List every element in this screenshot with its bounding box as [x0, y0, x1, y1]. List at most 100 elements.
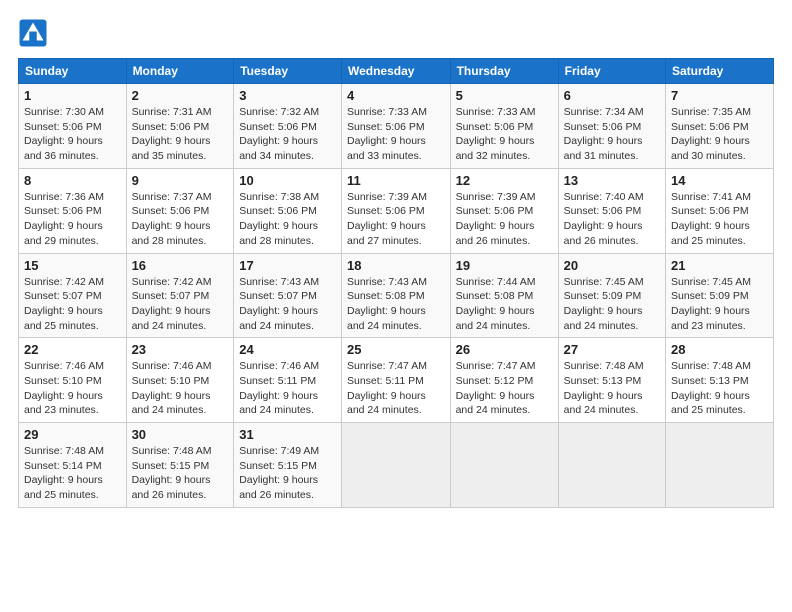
- day-info: Sunrise: 7:45 AM Sunset: 5:09 PM Dayligh…: [564, 275, 660, 334]
- day-number: 10: [239, 173, 336, 188]
- day-info: Sunrise: 7:31 AM Sunset: 5:06 PM Dayligh…: [132, 105, 229, 164]
- calendar-cell: 30Sunrise: 7:48 AM Sunset: 5:15 PM Dayli…: [126, 423, 234, 508]
- logo-icon: [18, 18, 48, 48]
- calendar-cell: 13Sunrise: 7:40 AM Sunset: 5:06 PM Dayli…: [558, 168, 665, 253]
- calendar-cell: 15 Sunrise: 7:42 AM Sunset: 5:07 PM Dayli…: [19, 253, 127, 338]
- calendar-cell: [666, 423, 774, 508]
- calendar-cell: 22 Sunrise: 7:46 AM Sunset: 5:10 PM Dayli…: [19, 338, 127, 423]
- day-number: 7: [671, 88, 768, 103]
- day-number: 12: [456, 173, 553, 188]
- day-number: 26: [456, 342, 553, 357]
- day-number: 25: [347, 342, 445, 357]
- day-info: Sunrise: 7:46 AM Sunset: 5:10 PM Dayligh…: [24, 359, 121, 418]
- day-number: 27: [564, 342, 660, 357]
- day-number: 3: [239, 88, 336, 103]
- calendar-cell: 29 Sunrise: 7:48 AM Sunset: 5:14 PM Dayli…: [19, 423, 127, 508]
- day-number: 29: [24, 427, 121, 442]
- calendar-week-row: 8Sunrise: 7:36 AM Sunset: 5:06 PM Daylig…: [19, 168, 774, 253]
- day-number: 24: [239, 342, 336, 357]
- header: [18, 18, 774, 48]
- calendar-cell: 2 Sunrise: 7:31 AM Sunset: 5:06 PM Daylig…: [126, 84, 234, 169]
- day-info: Sunrise: 7:46 AM Sunset: 5:10 PM Dayligh…: [132, 359, 229, 418]
- day-info: Sunrise: 7:41 AM Sunset: 5:06 PM Dayligh…: [671, 190, 768, 249]
- calendar-cell: 16 Sunrise: 7:42 AM Sunset: 5:07 PM Dayli…: [126, 253, 234, 338]
- calendar-cell: 1 Sunrise: 7:30 AM Sunset: 5:06 PM Daylig…: [19, 84, 127, 169]
- day-info: Sunrise: 7:46 AM Sunset: 5:11 PM Dayligh…: [239, 359, 336, 418]
- weekday-header-wednesday: Wednesday: [341, 59, 450, 84]
- calendar-cell: 14 Sunrise: 7:41 AM Sunset: 5:06 PM Dayli…: [666, 168, 774, 253]
- weekday-header-friday: Friday: [558, 59, 665, 84]
- calendar-week-row: 1 Sunrise: 7:30 AM Sunset: 5:06 PM Daylig…: [19, 84, 774, 169]
- day-number: 14: [671, 173, 768, 188]
- day-info: Sunrise: 7:33 AM Sunset: 5:06 PM Dayligh…: [456, 105, 553, 164]
- day-info: Sunrise: 7:33 AM Sunset: 5:06 PM Dayligh…: [347, 105, 445, 164]
- day-number: 31: [239, 427, 336, 442]
- calendar-week-row: 22 Sunrise: 7:46 AM Sunset: 5:10 PM Dayli…: [19, 338, 774, 423]
- calendar-cell: 21Sunrise: 7:45 AM Sunset: 5:09 PM Dayli…: [666, 253, 774, 338]
- day-info: Sunrise: 7:40 AM Sunset: 5:06 PM Dayligh…: [564, 190, 660, 249]
- day-info: Sunrise: 7:38 AM Sunset: 5:06 PM Dayligh…: [239, 190, 336, 249]
- day-info: Sunrise: 7:45 AM Sunset: 5:09 PM Dayligh…: [671, 275, 768, 334]
- calendar-cell: 25 Sunrise: 7:47 AM Sunset: 5:11 PM Dayli…: [341, 338, 450, 423]
- calendar-cell: 31Sunrise: 7:49 AM Sunset: 5:15 PM Dayli…: [234, 423, 342, 508]
- calendar-cell: 11 Sunrise: 7:39 AM Sunset: 5:06 PM Dayli…: [341, 168, 450, 253]
- day-info: Sunrise: 7:35 AM Sunset: 5:06 PM Dayligh…: [671, 105, 768, 164]
- day-number: 18: [347, 258, 445, 273]
- calendar-cell: 12 Sunrise: 7:39 AM Sunset: 5:06 PM Dayli…: [450, 168, 558, 253]
- day-number: 4: [347, 88, 445, 103]
- calendar-cell: 4 Sunrise: 7:33 AM Sunset: 5:06 PM Daylig…: [341, 84, 450, 169]
- day-number: 19: [456, 258, 553, 273]
- calendar-cell: 24 Sunrise: 7:46 AM Sunset: 5:11 PM Dayli…: [234, 338, 342, 423]
- day-info: Sunrise: 7:39 AM Sunset: 5:06 PM Dayligh…: [347, 190, 445, 249]
- day-number: 5: [456, 88, 553, 103]
- day-info: Sunrise: 7:48 AM Sunset: 5:13 PM Dayligh…: [671, 359, 768, 418]
- calendar-cell: 3Sunrise: 7:32 AM Sunset: 5:06 PM Daylig…: [234, 84, 342, 169]
- day-number: 2: [132, 88, 229, 103]
- calendar-cell: 19 Sunrise: 7:44 AM Sunset: 5:08 PM Dayli…: [450, 253, 558, 338]
- calendar-cell: 20 Sunrise: 7:45 AM Sunset: 5:09 PM Dayli…: [558, 253, 665, 338]
- day-info: Sunrise: 7:30 AM Sunset: 5:06 PM Dayligh…: [24, 105, 121, 164]
- calendar-cell: 26 Sunrise: 7:47 AM Sunset: 5:12 PM Dayli…: [450, 338, 558, 423]
- day-info: Sunrise: 7:48 AM Sunset: 5:13 PM Dayligh…: [564, 359, 660, 418]
- calendar-cell: [450, 423, 558, 508]
- day-number: 15: [24, 258, 121, 273]
- day-info: Sunrise: 7:47 AM Sunset: 5:11 PM Dayligh…: [347, 359, 445, 418]
- day-number: 30: [132, 427, 229, 442]
- page: SundayMondayTuesdayWednesdayThursdayFrid…: [0, 0, 792, 518]
- day-info: Sunrise: 7:47 AM Sunset: 5:12 PM Dayligh…: [456, 359, 553, 418]
- calendar-cell: 23 Sunrise: 7:46 AM Sunset: 5:10 PM Dayli…: [126, 338, 234, 423]
- day-info: Sunrise: 7:39 AM Sunset: 5:06 PM Dayligh…: [456, 190, 553, 249]
- day-info: Sunrise: 7:43 AM Sunset: 5:08 PM Dayligh…: [347, 275, 445, 334]
- calendar-cell: 10 Sunrise: 7:38 AM Sunset: 5:06 PM Dayli…: [234, 168, 342, 253]
- day-info: Sunrise: 7:48 AM Sunset: 5:14 PM Dayligh…: [24, 444, 121, 503]
- day-number: 22: [24, 342, 121, 357]
- day-info: Sunrise: 7:34 AM Sunset: 5:06 PM Dayligh…: [564, 105, 660, 164]
- day-number: 6: [564, 88, 660, 103]
- calendar-cell: 8Sunrise: 7:36 AM Sunset: 5:06 PM Daylig…: [19, 168, 127, 253]
- day-info: Sunrise: 7:42 AM Sunset: 5:07 PM Dayligh…: [132, 275, 229, 334]
- day-number: 16: [132, 258, 229, 273]
- weekday-header-row: SundayMondayTuesdayWednesdayThursdayFrid…: [19, 59, 774, 84]
- day-number: 9: [132, 173, 229, 188]
- day-info: Sunrise: 7:42 AM Sunset: 5:07 PM Dayligh…: [24, 275, 121, 334]
- calendar-cell: 5 Sunrise: 7:33 AM Sunset: 5:06 PM Daylig…: [450, 84, 558, 169]
- weekday-header-thursday: Thursday: [450, 59, 558, 84]
- calendar-cell: [558, 423, 665, 508]
- day-number: 20: [564, 258, 660, 273]
- day-number: 28: [671, 342, 768, 357]
- day-number: 17: [239, 258, 336, 273]
- calendar-week-row: 29 Sunrise: 7:48 AM Sunset: 5:14 PM Dayli…: [19, 423, 774, 508]
- calendar-cell: 27 Sunrise: 7:48 AM Sunset: 5:13 PM Dayli…: [558, 338, 665, 423]
- calendar-cell: [341, 423, 450, 508]
- calendar-cell: 7 Sunrise: 7:35 AM Sunset: 5:06 PM Daylig…: [666, 84, 774, 169]
- calendar-table: SundayMondayTuesdayWednesdayThursdayFrid…: [18, 58, 774, 508]
- day-number: 23: [132, 342, 229, 357]
- day-number: 1: [24, 88, 121, 103]
- weekday-header-saturday: Saturday: [666, 59, 774, 84]
- day-info: Sunrise: 7:44 AM Sunset: 5:08 PM Dayligh…: [456, 275, 553, 334]
- calendar-cell: 18 Sunrise: 7:43 AM Sunset: 5:08 PM Dayli…: [341, 253, 450, 338]
- day-number: 11: [347, 173, 445, 188]
- calendar-cell: 9Sunrise: 7:37 AM Sunset: 5:06 PM Daylig…: [126, 168, 234, 253]
- logo: [18, 18, 52, 48]
- weekday-header-sunday: Sunday: [19, 59, 127, 84]
